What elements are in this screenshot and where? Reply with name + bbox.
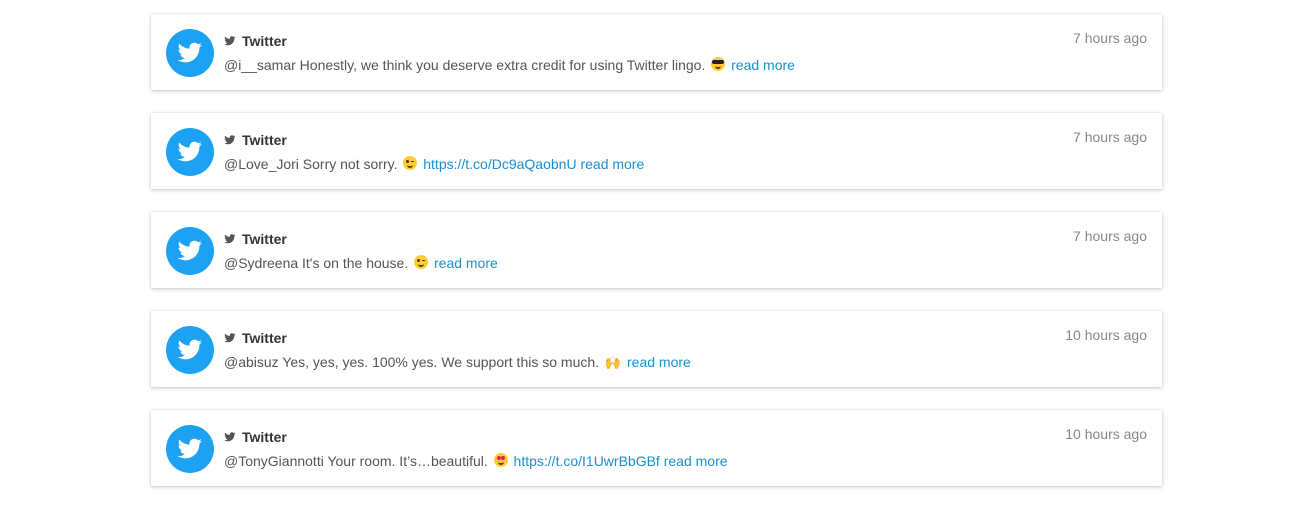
twitter-bird-icon	[224, 134, 236, 146]
twitter-bird-icon	[177, 438, 202, 459]
tweet-body: @TonyGiannotti Your room. It’s…beautiful…	[224, 453, 488, 469]
tweet-url-link[interactable]: https://t.co/Dc9aQaobnU	[423, 156, 576, 172]
tweet-text: @Love_Jori Sorry not sorry. https://t.co…	[224, 156, 644, 172]
tweet-body: @Sydreena It's on the house.	[224, 255, 409, 271]
tweet-card: Twitter 10 hours ago @abisuz Yes, yes, y…	[151, 311, 1162, 387]
twitter-avatar[interactable]	[166, 29, 214, 77]
twitter-bird-icon	[177, 141, 202, 162]
tweet-source-label: Twitter	[242, 330, 287, 346]
tweet-text: @i__samar Honestly, we think you deserve…	[224, 57, 795, 73]
tweet-timestamp: 7 hours ago	[1073, 129, 1147, 145]
read-more-link[interactable]: read more	[731, 57, 795, 73]
tweet-source: Twitter	[224, 429, 287, 445]
wink-emoji-icon	[403, 156, 418, 170]
tweet-timestamp: 7 hours ago	[1073, 30, 1147, 46]
tweet-source-label: Twitter	[242, 33, 287, 49]
tweet-timestamp: 7 hours ago	[1073, 228, 1147, 244]
twitter-bird-icon	[177, 42, 202, 63]
tweet-text: @Sydreena It's on the house. read more	[224, 255, 498, 271]
tweet-source: Twitter	[224, 132, 287, 148]
tweet-source: Twitter	[224, 33, 287, 49]
read-more-link[interactable]: read more	[580, 156, 644, 172]
read-more-link[interactable]: read more	[434, 255, 498, 271]
twitter-bird-icon	[224, 431, 236, 443]
tweet-source-label: Twitter	[242, 132, 287, 148]
tweet-url-link[interactable]: https://t.co/I1UwrBbGBf	[514, 453, 660, 469]
twitter-avatar[interactable]	[166, 326, 214, 374]
twitter-bird-icon	[224, 332, 236, 344]
tweet-timestamp: 10 hours ago	[1065, 327, 1147, 343]
tweet-card: Twitter 7 hours ago @Love_Jori Sorry not…	[151, 113, 1162, 189]
tweet-card: Twitter 10 hours ago @TonyGiannotti Your…	[151, 410, 1162, 486]
twitter-bird-icon	[224, 233, 236, 245]
tweet-source-label: Twitter	[242, 231, 287, 247]
sunglasses-emoji-icon	[711, 57, 726, 71]
tweet-text: @TonyGiannotti Your room. It’s…beautiful…	[224, 453, 728, 469]
twitter-avatar[interactable]	[166, 128, 214, 176]
twitter-bird-icon	[224, 35, 236, 47]
tweet-body: @i__samar Honestly, we think you deserve…	[224, 57, 706, 73]
raised-hands-emoji-icon: 🙌	[604, 355, 622, 370]
wink-emoji-icon	[414, 255, 429, 269]
tweet-source-label: Twitter	[242, 429, 287, 445]
tweet-card: Twitter 7 hours ago @i__samar Honestly, …	[151, 14, 1162, 90]
tweet-body: @Love_Jori Sorry not sorry.	[224, 156, 398, 172]
read-more-link[interactable]: read more	[627, 354, 691, 370]
tweet-source: Twitter	[224, 330, 287, 346]
heart-eyes-emoji-icon	[493, 453, 508, 467]
tweet-card: Twitter 7 hours ago @Sydreena It's on th…	[151, 212, 1162, 288]
tweet-text: @abisuz Yes, yes, yes. 100% yes. We supp…	[224, 354, 691, 371]
twitter-bird-icon	[177, 339, 202, 360]
tweet-feed: Twitter 7 hours ago @i__samar Honestly, …	[151, 14, 1162, 509]
read-more-link[interactable]: read more	[664, 453, 728, 469]
twitter-bird-icon	[177, 240, 202, 261]
tweet-source: Twitter	[224, 231, 287, 247]
twitter-avatar[interactable]	[166, 425, 214, 473]
tweet-timestamp: 10 hours ago	[1065, 426, 1147, 442]
twitter-avatar[interactable]	[166, 227, 214, 275]
tweet-body: @abisuz Yes, yes, yes. 100% yes. We supp…	[224, 354, 600, 370]
